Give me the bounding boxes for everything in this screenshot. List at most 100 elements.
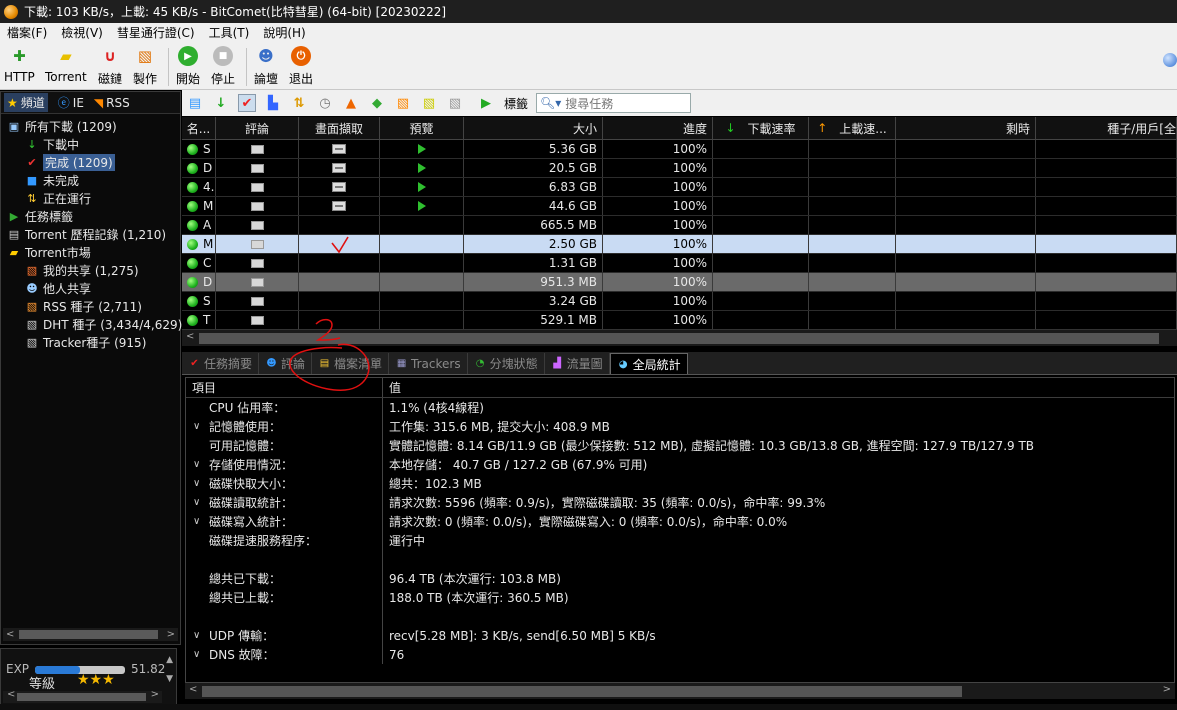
others-share-filter-icon[interactable]: ◆ [368, 94, 386, 112]
scroll-right-icon[interactable]: > [151, 689, 159, 700]
task-row[interactable]: 4. 6.83 GB 100% [182, 178, 1177, 197]
preview-play-icon[interactable] [417, 144, 426, 154]
task-search-input[interactable]: 🔍︎▾ 搜尋任務 [536, 93, 692, 113]
menu-view[interactable]: 檢視(V) [54, 24, 110, 41]
col-screenshot[interactable]: 畫面擷取 [299, 117, 380, 139]
tab-global-stats[interactable]: ◕ 全局統計 [609, 353, 688, 374]
tab-traffic-graph[interactable]: ▟ 流量圖 [545, 353, 610, 374]
tab-pieces[interactable]: ◔ 分塊狀態 [468, 353, 545, 374]
scroll-thumb[interactable] [17, 693, 146, 701]
tab-file-list[interactable]: ▤ 檔案清單 [312, 353, 390, 374]
col-remaining[interactable]: 剩時 [896, 117, 1036, 139]
screenshot-icon[interactable] [332, 182, 346, 192]
stop-button[interactable]: ■ 停止 [211, 45, 235, 87]
tree-item[interactable]: ▣ 所有下載 (1209) [1, 117, 180, 135]
tab-summary[interactable]: ✔ 任務摘要 [182, 353, 260, 374]
forum-button[interactable]: ☻ 論壇 [254, 45, 278, 87]
scroll-thumb[interactable] [19, 630, 158, 639]
task-row[interactable]: M 44.6 GB 100% [182, 197, 1177, 216]
task-row[interactable]: T 529.1 MB 100% [182, 311, 1177, 329]
scroll-up-icon[interactable]: ▲ [166, 655, 173, 665]
expand-chevron-icon[interactable]: ∨ [193, 516, 209, 527]
rss-filter-icon[interactable]: ▧ [394, 94, 412, 112]
tree-item[interactable]: ▶ 任務標籤 [1, 207, 180, 225]
expand-chevron-icon[interactable]: ∨ [193, 459, 209, 470]
scroll-down-icon[interactable]: ▼ [166, 674, 173, 684]
comment-envelope-icon[interactable] [250, 277, 264, 287]
tracker-filter-icon[interactable]: ▧ [446, 94, 464, 112]
start-button[interactable]: ▶ 開始 [176, 45, 200, 87]
comment-envelope-icon[interactable] [250, 315, 264, 325]
scroll-left-icon[interactable]: < [189, 684, 197, 695]
comment-envelope-icon[interactable] [250, 144, 264, 154]
scroll-thumb[interactable] [202, 686, 962, 697]
incomplete-filter-icon[interactable]: ▙ [264, 94, 282, 112]
preview-play-icon[interactable] [417, 163, 426, 173]
my-share-filter-icon[interactable]: ▲ [342, 94, 360, 112]
expand-chevron-icon[interactable]: ∨ [193, 478, 209, 489]
col-size[interactable]: 大小 [464, 117, 603, 139]
comment-envelope-icon[interactable] [250, 239, 264, 249]
running-filter-icon[interactable]: ⇅ [290, 94, 308, 112]
stats-scrollbar[interactable]: < > [185, 683, 1175, 699]
col-up-rate[interactable]: ↑ 上載速... [809, 117, 896, 139]
tab-ie[interactable]: ⓔ IE [58, 94, 84, 111]
tag-label[interactable]: 標籤 [504, 95, 528, 112]
task-row[interactable]: C 1.31 GB 100% [182, 254, 1177, 273]
menu-comet-pass[interactable]: 彗星通行證(C) [110, 24, 202, 41]
stats-col-item[interactable]: 項目 [186, 378, 383, 397]
dht-filter-icon[interactable]: ▧ [420, 94, 438, 112]
tree-item[interactable]: ■ 未完成 [1, 171, 180, 189]
task-row[interactable]: A 665.5 MB 100% [182, 216, 1177, 235]
task-row[interactable]: M 2.50 GB 100% [182, 235, 1177, 254]
col-comments[interactable]: 評論 [216, 117, 299, 139]
tree-item[interactable]: ▧ Tracker種子 (915) [1, 333, 180, 351]
expand-chevron-icon[interactable]: ∨ [193, 649, 209, 660]
tab-rss[interactable]: ◥ RSS [94, 96, 130, 110]
http-button[interactable]: ✚ HTTP [4, 45, 35, 84]
scroll-right-icon[interactable]: > [1163, 684, 1171, 695]
col-seeds[interactable]: 種子/用戶[全 [1036, 117, 1177, 139]
globe-icon[interactable] [1163, 53, 1177, 67]
comment-envelope-icon[interactable] [250, 220, 264, 230]
col-name[interactable]: 名... [182, 117, 216, 139]
exit-button[interactable]: ⏻ 退出 [289, 45, 313, 87]
scroll-right-icon[interactable]: > [167, 629, 175, 640]
exp-scrollbar[interactable]: < > [3, 689, 162, 703]
tab-trackers[interactable]: ▦ Trackers [389, 353, 468, 374]
comment-envelope-icon[interactable] [250, 201, 264, 211]
preview-play-icon[interactable] [417, 201, 426, 211]
tree-item[interactable]: ↓ 下載中 [1, 135, 180, 153]
tree-item[interactable]: ▧ RSS 種子 (2,711) [1, 297, 180, 315]
stats-col-value[interactable]: 值 [383, 378, 1174, 397]
tab-channel[interactable]: ★ 頻道 [4, 93, 48, 112]
expand-chevron-icon[interactable]: ∨ [193, 421, 209, 432]
tag-icon[interactable]: ▶ [472, 94, 500, 112]
expand-chevron-icon[interactable]: ∨ [193, 630, 209, 641]
task-row[interactable]: S 3.24 GB 100% [182, 292, 1177, 311]
tree-item[interactable]: ▧ 我的共享 (1,275) [1, 261, 180, 279]
scroll-thumb[interactable] [199, 333, 1159, 344]
channel-tree-scrollbar[interactable]: < > [3, 628, 178, 641]
comment-envelope-icon[interactable] [250, 163, 264, 173]
screenshot-icon[interactable] [332, 201, 346, 211]
menu-help[interactable]: 說明(H) [256, 24, 312, 41]
col-down-rate[interactable]: ↓ 下載速率 [713, 117, 809, 139]
torrent-button[interactable]: ▰ Torrent [45, 45, 87, 84]
tree-item[interactable]: ▧ DHT 種子 (3,434/4,629) [1, 315, 183, 333]
comment-envelope-icon[interactable] [250, 258, 264, 268]
completed-filter-icon[interactable]: ✔ [238, 94, 256, 112]
tree-item[interactable]: ▰ Torrent市場 [1, 243, 180, 261]
col-preview[interactable]: 預覽 [380, 117, 464, 139]
expand-chevron-icon[interactable]: ∨ [193, 497, 209, 508]
tree-item[interactable]: ✔ 完成 (1209) [1, 153, 180, 171]
tree-item[interactable]: ☻ 他人共享 [1, 279, 180, 297]
task-row[interactable]: D 20.5 GB 100% [182, 159, 1177, 178]
scroll-left-icon[interactable]: < [186, 331, 194, 342]
magnet-button[interactable]: ∪ 磁鏈 [98, 45, 122, 87]
history-icon[interactable]: ◷ [316, 94, 334, 112]
scroll-left-icon[interactable]: < [6, 629, 14, 640]
screenshot-icon[interactable] [332, 163, 346, 173]
menu-file[interactable]: 檔案(F) [0, 24, 54, 41]
comment-envelope-icon[interactable] [250, 296, 264, 306]
